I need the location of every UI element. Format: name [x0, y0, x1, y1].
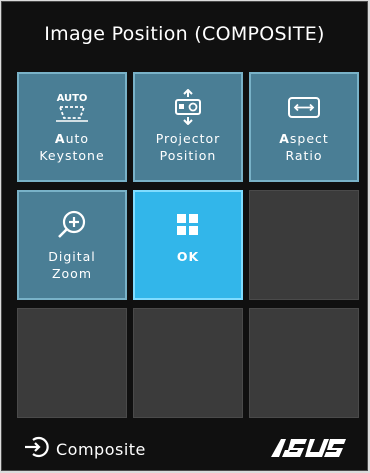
empty-tile [133, 308, 243, 418]
digital-zoom-icon [19, 208, 125, 242]
aspect-ratio-icon [251, 90, 357, 124]
asus-logo [269, 437, 347, 463]
auto-keystone-icon: AUTO [19, 90, 125, 124]
empty-tile [249, 190, 359, 300]
aspect-ratio-label: Aspect Ratio [279, 131, 329, 163]
aspect-ratio-button[interactable]: Aspect Ratio [249, 72, 359, 182]
projector-position-label: Projector Position [155, 131, 221, 163]
input-source-icon [24, 435, 50, 463]
digital-zoom-button[interactable]: Digital Zoom [17, 190, 127, 300]
ok-grid-icon [135, 208, 241, 242]
osd-panel: Image Position (COMPOSITE) AUTO Auto Key… [1, 1, 368, 471]
input-source-label: Composite [56, 439, 146, 459]
menu-grid: AUTO Auto Keystone Projector Position As… [17, 72, 359, 420]
empty-tile [249, 308, 359, 418]
footer: Composite [2, 425, 367, 470]
page-title: Image Position (COMPOSITE) [44, 23, 325, 45]
ok-label: OK [176, 249, 200, 264]
input-source: Composite [24, 435, 146, 463]
projector-position-button[interactable]: Projector Position [133, 72, 243, 182]
auto-keystone-label: Auto Keystone [39, 131, 105, 163]
empty-tile [17, 308, 127, 418]
digital-zoom-label: Digital Zoom [48, 249, 96, 281]
ok-button[interactable]: OK [133, 190, 243, 300]
auto-keystone-button[interactable]: AUTO Auto Keystone [17, 72, 127, 182]
projector-position-icon [135, 89, 241, 125]
auto-keystone-icon-text: AUTO [57, 93, 88, 104]
